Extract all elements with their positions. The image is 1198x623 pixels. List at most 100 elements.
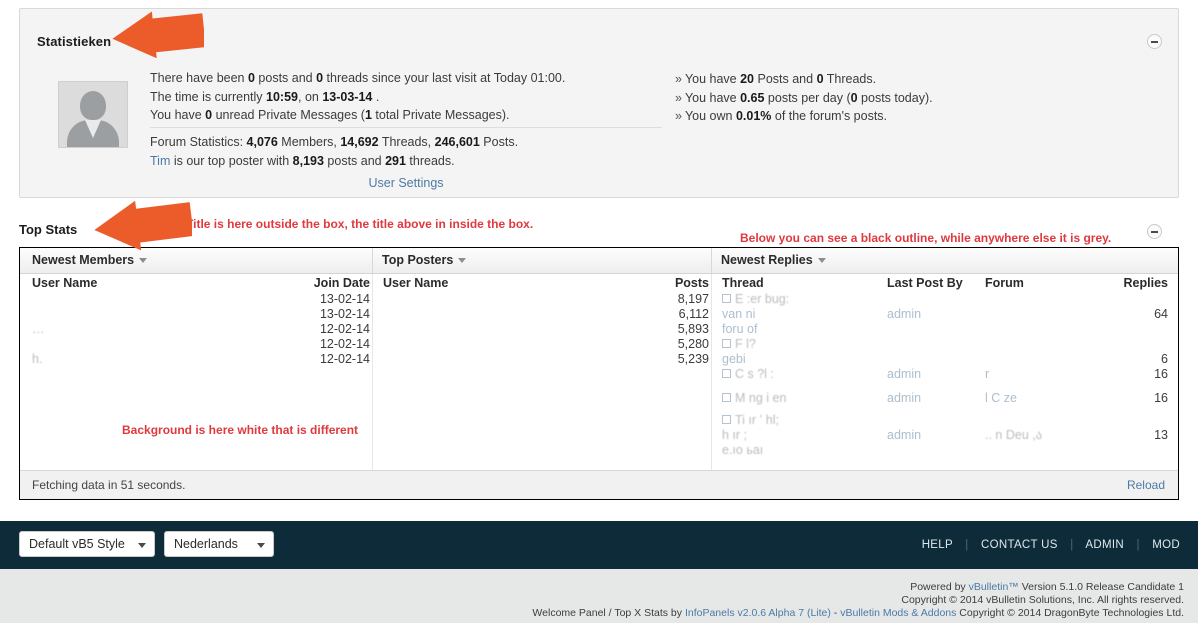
txt: - (830, 607, 841, 619)
table-row[interactable]: C s ?l : admin r 16 (722, 367, 1168, 391)
table-row[interactable]: Ti ır ʻ hl; h ır ; e.ıo ьaı admin .. n D… (722, 413, 1168, 458)
replies-count: 16 (1154, 367, 1168, 381)
newest-replies-column: Thread Last Post By Forum Replies E :er … (722, 276, 1168, 458)
post-count: 6,112 (678, 307, 709, 321)
txt: Posts and (754, 72, 817, 86)
reload-link[interactable]: Reload (1127, 478, 1165, 492)
top-poster-link[interactable]: Tim (150, 154, 170, 168)
powered-by-line: Powered by vBulletin™ Version 5.1.0 Rele… (910, 581, 1184, 593)
thread-title-cont: gebi (722, 352, 746, 366)
forum-name: l C ze (985, 391, 1017, 405)
tab-newest-members[interactable]: Newest Members (32, 253, 148, 267)
footer-link-contact-us[interactable]: CONTACT US (981, 539, 1058, 551)
txt: You have (684, 72, 741, 86)
thread-checkbox-icon[interactable] (722, 339, 731, 348)
infopanels-link[interactable]: InfoPanels v2.0.6 Alpha 7 (Lite) (685, 607, 831, 619)
forum-share-line: » You own 0.01% of the forum's posts. (675, 107, 1155, 126)
tab-separator (372, 248, 373, 274)
minus-circle-icon[interactable] (1147, 34, 1162, 49)
last-post-by[interactable]: admin (887, 367, 921, 382)
last-post-by[interactable]: admin (887, 391, 921, 406)
txt: posts and (254, 71, 317, 85)
txt: You own (684, 109, 736, 124)
your-posts-line: » You have 20 Posts and 0 Threads. (675, 70, 1155, 89)
tab-newest-replies[interactable]: Newest Replies (721, 253, 826, 267)
caret-down-icon (257, 543, 265, 548)
tabs-row: Newest Members Top Posters Newest Replie… (20, 248, 1178, 274)
default-avatar-icon (58, 81, 128, 148)
col-header-replies: Replies (1123, 276, 1168, 290)
txt: threads since your last visit at Today 0… (323, 71, 566, 85)
join-date: 12-02-14 (319, 337, 370, 351)
footer-link-help[interactable]: HELP (922, 539, 953, 551)
table-row[interactable]: 12-02-14 (32, 337, 370, 352)
bullet-icon: » (675, 109, 682, 124)
txt: The time is currently (150, 89, 267, 104)
nav-separator: | (1136, 539, 1140, 551)
your-threads-count: 0 (816, 72, 824, 86)
replies-count: 13 (1154, 428, 1168, 442)
table-row[interactable]: h. 12-02-14 (32, 352, 370, 367)
top-stats-box: Newest Members Top Posters Newest Replie… (19, 224, 1179, 500)
caret-down-icon (817, 258, 826, 264)
caret-down-icon (138, 543, 146, 548)
nav-separator: | (965, 539, 969, 551)
last-post-by[interactable]: admin (887, 307, 921, 322)
current-time: 10:59 (266, 89, 298, 104)
footer-bar: Default vB5 Style Nederlands HELP | CONT… (0, 521, 1198, 569)
last-post-by[interactable]: admin (887, 428, 921, 443)
caret-down-icon (458, 258, 467, 264)
table-row[interactable]: 6,112 (383, 307, 709, 322)
posts-per-day: 0.65 (740, 90, 765, 105)
post-count: 5,280 (677, 337, 709, 351)
panel-title: Statistieken (37, 34, 112, 49)
column-separator (711, 274, 712, 474)
footer-nav: HELP | CONTACT US | ADMIN | MOD (922, 539, 1180, 551)
txt: You have (150, 108, 206, 123)
annotation-white-background: Background is here white that is differe… (122, 423, 359, 437)
style-select[interactable]: Default vB5 Style (19, 531, 155, 557)
vbulletin-link[interactable]: vBulletin™ (969, 581, 1019, 593)
table-row[interactable]: 5,280 (383, 337, 709, 352)
col-header-forum: Forum (985, 276, 1024, 290)
your-posts-count: 20 (740, 72, 755, 86)
table-row[interactable]: E :er bug: van ni foru of admin 64 (722, 292, 1168, 337)
language-select[interactable]: Nederlands (164, 531, 274, 557)
bullet-icon: » (675, 90, 682, 105)
thread-checkbox-icon[interactable] (722, 393, 731, 402)
post-count: 5,893 (677, 322, 709, 336)
user-settings-link[interactable]: User Settings (368, 176, 443, 190)
table-row[interactable]: F l? gebi 6 (722, 337, 1168, 367)
table-row[interactable]: 5,893 (383, 322, 709, 337)
panel-divider (150, 127, 662, 128)
style-select-value: Default vB5 Style (29, 537, 125, 551)
footer-link-mod[interactable]: MOD (1152, 539, 1180, 551)
table-row[interactable]: 8,197 (383, 292, 709, 307)
table-row[interactable]: 5,239 (383, 352, 709, 367)
thread-checkbox-icon[interactable] (722, 415, 731, 424)
txt: of the forum's posts. (771, 109, 888, 124)
thread-checkbox-icon[interactable] (722, 369, 731, 378)
thread-checkbox-icon[interactable] (722, 294, 731, 303)
tab-top-posters[interactable]: Top Posters (382, 253, 467, 267)
table-row[interactable]: 13-02-14 (32, 292, 370, 307)
top-poster-threads: 291 (385, 153, 406, 168)
vbulletin-mods-link[interactable]: vBulletin Mods & Addons (840, 607, 956, 619)
join-date: 12-02-14 (319, 322, 370, 336)
table-row[interactable]: M ng i en admin l C ze 16 (722, 391, 1168, 413)
post-count: 5,239 (677, 352, 709, 366)
current-date: 13-03-14 (322, 89, 373, 104)
stats-right-column: » You have 20 Posts and 0 Threads. » You h… (675, 70, 1155, 126)
nav-separator: | (1070, 539, 1074, 551)
thread-title-cont: h ır ; (722, 428, 748, 442)
table-row[interactable]: 13-02-14 (32, 307, 370, 322)
total-pm-count: 1 (364, 108, 372, 123)
minus-circle-icon[interactable] (1147, 224, 1162, 239)
annotation-title-outside: Title is here outside the box, the title… (186, 217, 534, 231)
table-row[interactable]: … 12-02-14 (32, 322, 370, 337)
posts-today: 0 (850, 90, 858, 105)
thread-title: Ti ır ʻ hl; (735, 413, 779, 427)
posts-total: 246,601 (434, 135, 480, 149)
txt: unread Private Messages ( (212, 108, 365, 123)
footer-link-admin[interactable]: ADMIN (1085, 539, 1124, 551)
